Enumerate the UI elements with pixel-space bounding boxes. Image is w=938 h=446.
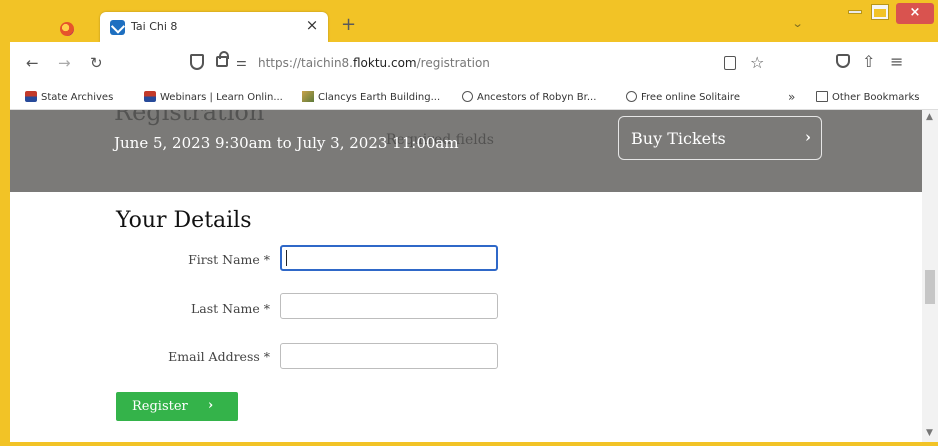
address-bar[interactable]: https://taichin8.floktu.com/registration bbox=[258, 56, 490, 70]
register-label: Register bbox=[132, 399, 188, 414]
window-maximize-button[interactable] bbox=[871, 4, 889, 20]
event-dates: June 5, 2023 9:30am to July 3, 2023 11:0… bbox=[114, 134, 459, 152]
bookmark-state-archives[interactable]: State Archives bbox=[25, 91, 113, 103]
firefox-logo-icon bbox=[60, 22, 74, 36]
browser-tab[interactable]: Tai Chi 8 × bbox=[100, 12, 328, 42]
hamburger-menu-icon[interactable]: ≡ bbox=[890, 52, 903, 71]
scroll-up-arrow-icon[interactable]: ▲ bbox=[926, 112, 933, 122]
tab-close-icon[interactable]: × bbox=[303, 16, 321, 34]
list-all-tabs-icon[interactable]: ⌄ bbox=[792, 17, 804, 30]
url-prefix: https://taichin8. bbox=[258, 56, 353, 70]
bookmark-ancestors[interactable]: Ancestors of Robyn Br... bbox=[462, 91, 596, 103]
bookmark-star-icon[interactable]: ☆ bbox=[750, 53, 764, 72]
first-name-field[interactable] bbox=[280, 245, 498, 271]
last-name-label: Last Name * bbox=[190, 301, 270, 316]
window-minimize-button[interactable] bbox=[848, 10, 862, 14]
event-banner: Registration June 5, 2023 9:30am to July… bbox=[10, 110, 922, 192]
window-close-button[interactable]: × bbox=[896, 3, 934, 24]
globe-icon bbox=[626, 91, 637, 102]
reader-view-icon[interactable] bbox=[724, 56, 736, 70]
reload-icon[interactable]: ↻ bbox=[90, 54, 103, 72]
tab-title: Tai Chi 8 bbox=[131, 20, 178, 33]
bookmark-label: Other Bookmarks bbox=[832, 92, 920, 103]
register-button[interactable]: Register › bbox=[116, 392, 238, 421]
tab-strip: Tai Chi 8 × + ⌄ × bbox=[0, 0, 938, 42]
bookmark-label: Ancestors of Robyn Br... bbox=[477, 92, 597, 103]
your-details-heading: Your Details bbox=[116, 208, 252, 233]
globe-icon bbox=[462, 91, 473, 102]
last-name-field[interactable] bbox=[280, 293, 498, 319]
folder-icon bbox=[816, 91, 828, 102]
page-scrollbar[interactable]: ▲ ▼ bbox=[922, 110, 938, 442]
buy-tickets-button[interactable]: Buy Tickets › bbox=[618, 116, 822, 160]
bookmark-webinars[interactable]: Webinars | Learn Onlin... bbox=[144, 91, 283, 103]
bookmark-label: Clancys Earth Building... bbox=[318, 92, 441, 103]
bookmarks-toolbar: State Archives Webinars | Learn Onlin...… bbox=[10, 88, 938, 110]
bookmark-label: State Archives bbox=[41, 92, 114, 103]
text-caret bbox=[286, 250, 287, 266]
email-address-field[interactable] bbox=[280, 343, 498, 369]
scrollbar-thumb[interactable] bbox=[925, 270, 935, 304]
bookmarks-overflow-icon[interactable]: » bbox=[788, 90, 795, 104]
new-tab-button[interactable]: + bbox=[341, 14, 356, 35]
forward-arrow-icon[interactable]: → bbox=[58, 54, 71, 72]
floktu-favicon-icon bbox=[110, 20, 125, 35]
registration-heading-behind: Registration bbox=[114, 110, 265, 126]
web-page: Registration June 5, 2023 9:30am to July… bbox=[10, 110, 922, 442]
pocket-icon[interactable] bbox=[836, 54, 850, 68]
extensions-icon[interactable]: ⇧ bbox=[862, 52, 875, 71]
chevron-right-icon: › bbox=[208, 398, 214, 413]
nsw-icon bbox=[144, 91, 156, 102]
tracking-protection-shield-icon[interactable] bbox=[190, 54, 204, 70]
buy-tickets-label: Buy Tickets bbox=[631, 128, 726, 148]
scroll-down-arrow-icon[interactable]: ▼ bbox=[926, 428, 933, 438]
lock-icon[interactable] bbox=[216, 51, 229, 67]
nsw-icon bbox=[25, 91, 37, 102]
back-arrow-icon[interactable]: ← bbox=[26, 54, 39, 72]
first-name-label: First Name * bbox=[188, 252, 270, 267]
navigation-toolbar: ← → ↻ ⚌ https://taichin8.floktu.com/regi… bbox=[10, 42, 938, 88]
other-bookmarks[interactable]: Other Bookmarks bbox=[816, 91, 919, 103]
bookmark-label: Webinars | Learn Onlin... bbox=[160, 92, 283, 103]
chevron-right-icon: › bbox=[805, 128, 811, 146]
bookmark-label: Free online Solitaire bbox=[641, 92, 740, 103]
url-path: /registration bbox=[416, 56, 490, 70]
url-domain: floktu.com bbox=[353, 56, 417, 70]
bookmark-clancys[interactable]: Clancys Earth Building... bbox=[302, 91, 440, 103]
bookmark-solitaire[interactable]: Free online Solitaire bbox=[626, 91, 740, 103]
clancys-icon bbox=[302, 91, 314, 102]
permissions-icon[interactable]: ⚌ bbox=[236, 55, 247, 69]
email-address-label: Email Address * bbox=[168, 349, 270, 364]
